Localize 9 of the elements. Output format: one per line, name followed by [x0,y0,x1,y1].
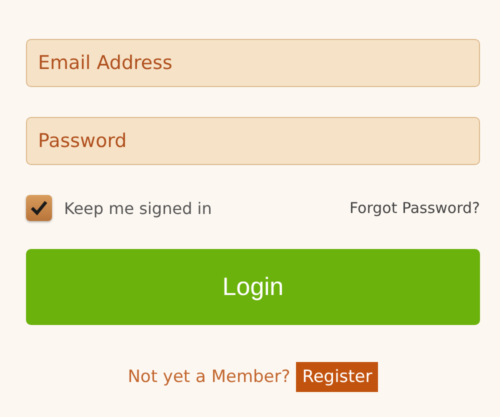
checkmark-icon [30,200,48,216]
checkbox[interactable] [26,195,52,221]
password-field[interactable]: Password [26,117,480,165]
register-button[interactable]: Register [296,362,378,392]
signup-prompt: Not yet a Member? [128,367,290,387]
forgot-password-link[interactable]: Forgot Password? [349,199,480,217]
email-field[interactable]: Email Address [26,39,480,87]
checkbox-label: Keep me signed in [64,198,212,218]
login-button[interactable]: Login [26,249,480,325]
